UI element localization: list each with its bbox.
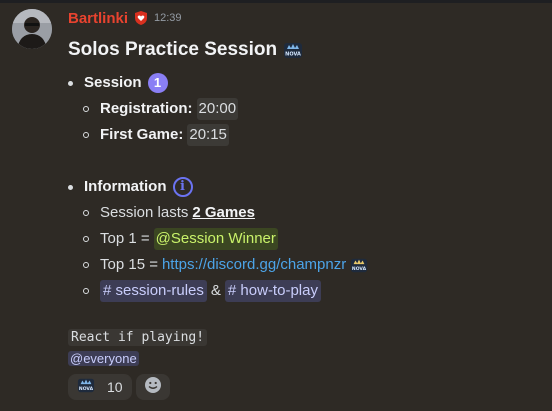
nova-reaction[interactable]: NOVA 10 [68,374,132,400]
title-text: Solos Practice Session [68,39,278,60]
registration-label: Registration: [100,100,193,117]
first-game-row: First Game: 20:15 [83,124,524,146]
bullet [83,132,89,138]
top1-row: Top 1 = @Session Winner [83,228,524,250]
svg-text:NOVA: NOVA [79,385,94,391]
add-reaction-button[interactable] [135,374,170,400]
information-label: Information [84,178,167,195]
bullet [83,262,89,268]
information-heading: Information i [68,176,524,198]
channels-row: # session-rules & # how-to-play [83,280,524,302]
reactions-bar: NOVA 10 [68,374,170,400]
smiley-icon [144,376,162,399]
channel-how-to-play-label: how-to-play [240,282,318,299]
session-lasts-row: Session lasts 2 Games [83,202,524,224]
session-lasts-text: Session lasts [100,204,189,221]
registration-time[interactable]: 20:00 [196,98,239,120]
channel-session-rules[interactable]: # session-rules [100,280,207,302]
session-winner-role-mention[interactable]: @Session Winner [153,228,278,250]
bullet [68,185,73,190]
registration-row: Registration: 20:00 [83,98,524,120]
session-label: Session [84,74,142,91]
red-shield-heart-icon [133,10,149,26]
react-if-playing-code: React if playing! [68,329,208,346]
first-game-label: First Game: [100,126,184,143]
avatar[interactable] [12,9,52,49]
username[interactable]: Bartlinki [68,10,128,27]
number-one-badge: 1 [147,73,168,93]
session-lasts-value: 2 Games [192,204,255,221]
bullet [83,236,89,242]
nova-crown-icon: NOVA [283,40,303,60]
top15-row: Top 15 = https://discord.gg/champnzr NOV… [83,254,524,276]
session-heading: Session 1 [68,72,524,94]
channel-how-to-play[interactable]: # how-to-play [224,280,321,302]
bullet [68,81,73,86]
first-game-time[interactable]: 20:15 [187,124,229,146]
bullet [83,106,89,112]
discord-invite-link[interactable]: https://discord.gg/champnzr [162,254,346,276]
message-title: Solos Practice Session NOVA [68,38,538,62]
bullet [83,288,89,294]
bullet [83,210,89,216]
timestamp: 12:39 [154,12,182,24]
info-icon: i [172,177,193,197]
svg-text:NOVA: NOVA [352,266,367,272]
channel-session-rules-label: session-rules [115,282,204,299]
reaction-count: 10 [107,379,123,395]
svg-text:NOVA: NOVA [285,52,301,58]
nova-crown-icon: NOVA [350,256,368,274]
top15-text: Top 15 = [100,256,158,273]
nova-icon: NOVA [77,376,95,399]
message-content: Solos Practice Session NOVA Session 1 Re… [68,38,538,366]
chat-message: Bartlinki 12:39 Solos Practice Session N… [0,0,552,411]
connector-text: & [210,282,221,299]
everyone-mention[interactable]: @everyone [68,351,139,366]
top1-text: Top 1 = [100,230,150,247]
